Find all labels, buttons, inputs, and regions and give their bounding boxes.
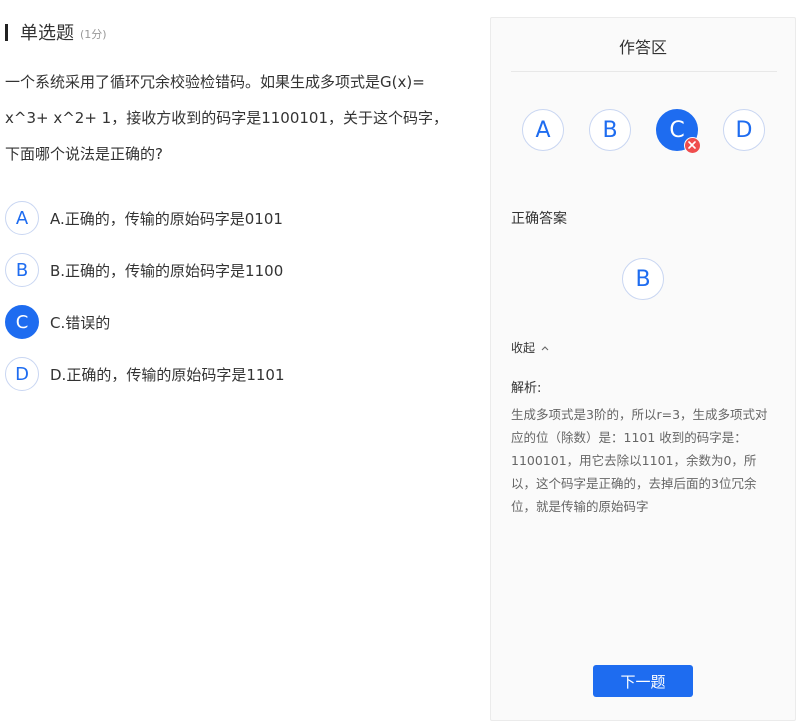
answer-choice-c-label: C bbox=[669, 117, 685, 143]
analysis-text: 生成多项式是3阶的，所以r=3，生成多项式对应的位（除数）是：1101 收到的码… bbox=[511, 407, 768, 514]
answer-choice-d[interactable]: D bbox=[723, 109, 765, 151]
next-question-button[interactable]: 下一题 bbox=[593, 665, 693, 697]
question-header: 单选题 (1分) bbox=[5, 20, 107, 44]
answer-panel: 作答区 A B C D 正确答案 B 收起 解析: 生成多项式是3阶的，所以r=… bbox=[490, 17, 796, 721]
question-score: (1分) bbox=[80, 28, 107, 41]
question-text: 一个系统采用了循环冗余校验检错码。如果生成多项式是G(x)= x^3+ x^2+… bbox=[5, 73, 448, 163]
wrong-mark-icon bbox=[684, 137, 701, 154]
collapse-label: 收起 bbox=[511, 341, 536, 355]
panel-title: 作答区 bbox=[618, 38, 667, 57]
option-b-text: B.正确的，传输的原始码字是1100 bbox=[50, 261, 284, 280]
option-c[interactable]: C C.错误的 bbox=[5, 305, 285, 339]
option-c-circle[interactable]: C bbox=[5, 305, 39, 339]
answer-choice-a[interactable]: A bbox=[522, 109, 564, 151]
option-d-text: D.正确的，传输的原始码字是1101 bbox=[50, 365, 285, 384]
option-c-text: C.错误的 bbox=[50, 313, 111, 332]
option-list: A A.正确的，传输的原始码字是0101 B B.正确的，传输的原始码字是110… bbox=[5, 201, 285, 409]
answer-choice-c[interactable]: C bbox=[656, 109, 701, 154]
chevron-up-icon bbox=[541, 345, 549, 350]
option-b-circle[interactable]: B bbox=[5, 253, 39, 287]
option-a-text: A.正确的，传输的原始码字是0101 bbox=[50, 209, 283, 228]
analysis-label: 解析: bbox=[511, 381, 542, 396]
option-b[interactable]: B B.正确的，传输的原始码字是1100 bbox=[5, 253, 285, 287]
option-a[interactable]: A A.正确的，传输的原始码字是0101 bbox=[5, 201, 285, 235]
option-a-circle[interactable]: A bbox=[5, 201, 39, 235]
correct-answer-label: 正确答案 bbox=[511, 211, 567, 227]
option-d-circle[interactable]: D bbox=[5, 357, 39, 391]
option-d[interactable]: D D.正确的，传输的原始码字是1101 bbox=[5, 357, 285, 391]
answer-choice-b[interactable]: B bbox=[589, 109, 631, 151]
correct-answer-badge: B bbox=[622, 258, 664, 300]
panel-divider bbox=[511, 71, 777, 72]
collapse-toggle[interactable]: 收起 bbox=[511, 339, 549, 356]
answer-sheet: A B C D bbox=[522, 109, 790, 154]
title-accent-bar bbox=[5, 23, 8, 41]
close-icon bbox=[688, 141, 696, 149]
question-type-label: 单选题 bbox=[20, 23, 74, 44]
